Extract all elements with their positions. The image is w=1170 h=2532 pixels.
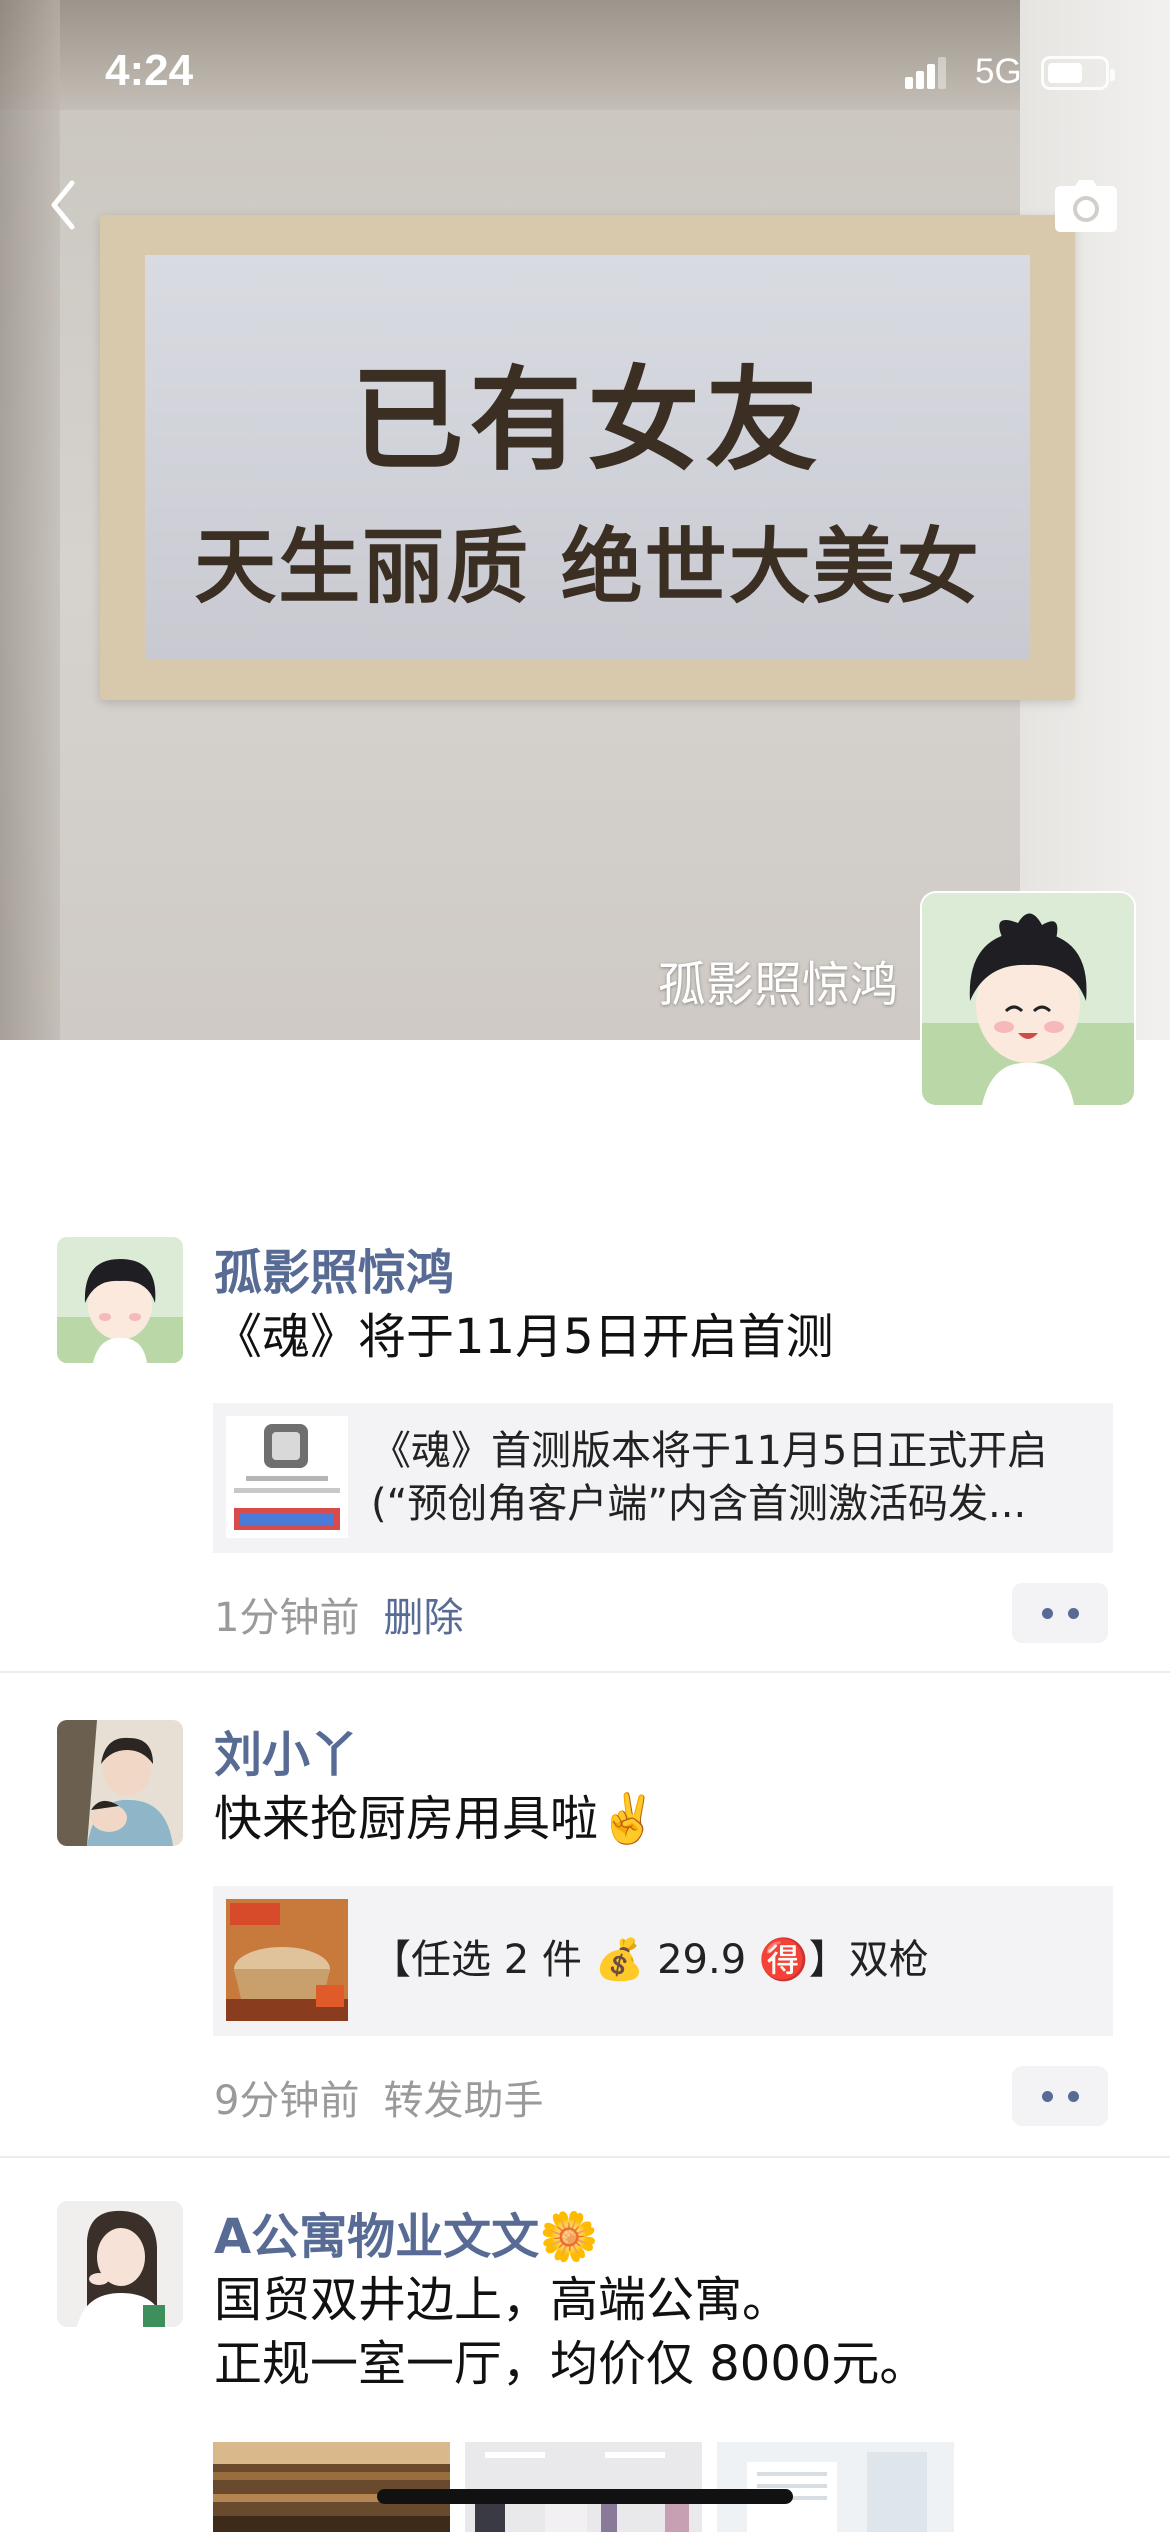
post-content: 《魂》将于11月5日开启首测: [214, 1309, 834, 1365]
link-thumbnail: [226, 1899, 348, 2021]
shared-link-card[interactable]: 《魂》首测版本将于11月5日正式开启 (“预创角客户端”内含首测激活码发...: [213, 1403, 1113, 1553]
shared-link-card[interactable]: 【任选 2 件 💰 29.9 🉐】双枪: [213, 1886, 1113, 2036]
post-username[interactable]: 孤影照惊鸿: [214, 1233, 454, 1303]
post-content-line2: 正规一室一厅，均价仅 8000元。: [214, 2336, 928, 2392]
cover-sign-line1: 已有女友: [351, 356, 824, 486]
avatar[interactable]: [57, 1720, 183, 1846]
status-bar: 4:24 5G: [0, 0, 1170, 150]
post-meta: 1分钟前 删除: [214, 1585, 463, 1643]
link-title: 《魂》首测版本将于11月5日正式开启 (“预创角客户端”内含首测激活码发...: [371, 1425, 1099, 1531]
post-username[interactable]: A公寓物业文文🌼: [214, 2197, 599, 2267]
status-time: 4:24: [105, 46, 194, 95]
owner-avatar[interactable]: [922, 893, 1134, 1105]
cover-wall-left: [0, 0, 60, 1040]
link-title: 【任选 2 件 💰 29.9 🉐】双枪: [371, 1934, 1099, 1987]
home-indicator: [377, 2489, 793, 2504]
delete-button[interactable]: 删除: [383, 1595, 463, 1641]
link-title-line1: 《魂》首测版本将于11月5日正式开启: [371, 1428, 1048, 1474]
link-title-line1: 【任选 2 件 💰 29.9 🉐】双枪: [371, 1937, 929, 1983]
back-icon[interactable]: [40, 175, 90, 235]
link-title-line2: (“预创角客户端”内含首测激活码发...: [371, 1481, 1027, 1527]
post-time: 9分钟前: [214, 2078, 360, 2124]
feed-post: 刘小丫 快来抢厨房用具啦✌️ 【任选 2 件 💰 29.9 🉐】双枪 9分钟前转…: [0, 1673, 1170, 2158]
post-photo[interactable]: [717, 2442, 954, 2532]
battery-icon: [1041, 56, 1115, 90]
post-content-line1: 国贸双井边上，高端公寓。: [214, 2272, 791, 2328]
link-thumbnail: [226, 1416, 348, 1538]
more-actions-button[interactable]: [1012, 1583, 1108, 1643]
post-content: 快来抢厨房用具啦✌️: [214, 1791, 658, 1847]
post-time: 1分钟前: [214, 1595, 360, 1641]
post-photo[interactable]: [465, 2442, 702, 2532]
camera-icon[interactable]: [1055, 180, 1117, 232]
signal-icon: [905, 55, 947, 89]
avatar[interactable]: [57, 2201, 183, 2327]
post-photo-grid: [213, 2442, 1013, 2532]
cover-image[interactable]: 已有女友 天生丽质 绝世大美女: [0, 0, 1170, 1040]
feed-post: 孤影照惊鸿 《魂》将于11月5日开启首测 《魂》首测版本将于11月5日正式开启 …: [0, 1205, 1170, 1673]
cover-sign-line2: 天生丽质 绝世大美女: [194, 520, 981, 615]
more-actions-button[interactable]: [1012, 2066, 1108, 2126]
cover-sign: 已有女友 天生丽质 绝世大美女: [100, 215, 1075, 700]
owner-name[interactable]: 孤影照惊鸿: [658, 945, 898, 1015]
cover-sign-board: 已有女友 天生丽质 绝世大美女: [145, 255, 1030, 660]
post-meta: 9分钟前 转发助手: [214, 2068, 543, 2126]
post-username[interactable]: 刘小丫: [214, 1715, 358, 1785]
post-photo[interactable]: [213, 2442, 450, 2532]
post-source: 转发助手: [383, 2078, 544, 2124]
avatar[interactable]: [57, 1237, 183, 1363]
network-type: 5G: [975, 52, 1022, 91]
